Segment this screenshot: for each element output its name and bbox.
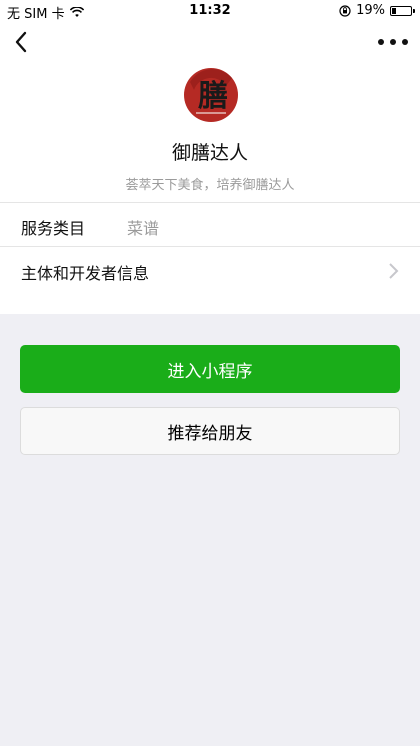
chevron-left-icon[interactable] [10, 30, 34, 54]
more-dots-icon[interactable] [378, 31, 408, 53]
row-divider [0, 246, 420, 247]
service-category-label: 服务类目 [21, 219, 86, 238]
logo-character: 膳 [198, 79, 228, 114]
battery-percent: 19% [356, 3, 385, 18]
app-name: 御膳达人 [171, 142, 248, 164]
more-dot [390, 39, 396, 45]
app-logo: 膳 [183, 67, 239, 123]
app-description: 荟萃天下美食，培养御膳达人 [125, 178, 295, 193]
recommend-to-friend-button[interactable]: 推荐给朋友 [20, 407, 400, 455]
rotation-lock-icon [339, 4, 351, 17]
more-dot [402, 39, 408, 45]
more-dot [378, 39, 384, 45]
status-right: 19% [339, 3, 415, 18]
enter-mini-program-button[interactable]: 进入小程序 [20, 345, 400, 393]
service-category-row: 服务类目 菜谱 [0, 203, 420, 247]
chevron-right-icon [389, 263, 399, 279]
developer-info-label: 主体和开发者信息 [21, 264, 150, 283]
mini-program-profile-page: 无 SIM 卡 11:32 19% 膳 御膳达人 荟萃天下美食，培养御膳达人 服… [0, 0, 420, 746]
status-bar: 无 SIM 卡 11:32 19% [0, 0, 420, 22]
battery-level-fill [392, 7, 396, 14]
developer-info-row[interactable]: 主体和开发者信息 [0, 248, 420, 292]
battery-icon [390, 5, 415, 16]
service-category-value: 菜谱 [127, 219, 160, 238]
